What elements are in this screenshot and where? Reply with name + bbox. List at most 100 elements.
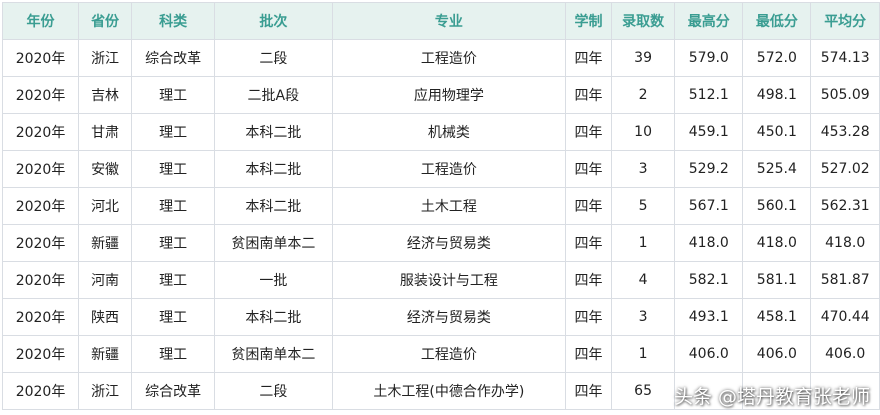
cell-admitted-count: 3 [610,298,676,336]
cell-batch: 本科二批 [214,150,333,188]
cell-year: 2020年 [1,76,80,114]
cell-batch: 本科二批 [214,298,333,336]
cell-admitted-count: 4 [610,261,676,299]
cell-province: 河南 [78,261,133,299]
cell-duration: 四年 [565,224,612,262]
cell-min-score: 525.4 [742,150,812,188]
cell-admitted-count: 65 [610,372,676,410]
cell-duration: 四年 [565,150,612,188]
cell-avg-score: 562.31 [810,187,880,225]
cell-duration: 四年 [565,372,612,410]
cell-max-score: 418.0 [674,224,744,262]
cell-batch: 二批A段 [214,76,333,114]
cell-max-score: 512.1 [674,76,744,114]
admission-score-table: 年份 省份 科类 批次 专业 学制 录取数 最高分 最低分 平均分 2020年浙… [1,2,880,410]
cell-min-score: 418.0 [742,224,812,262]
cell-avg-score: 453.28 [810,113,880,151]
header-admitted-count: 录取数 [610,2,676,40]
table-row: 2020年 吉林 理工 二批A段 应用物理学 四年 2 512.1 498.1 505.09 [1,76,880,114]
cell-max-score: 459.1 [674,113,744,151]
cell-max-score: 493.1 [674,298,744,336]
table-row: 2020年 新疆 理工 贫困南单本二 经济与贸易类 四年 1 418.0 418.0 418.0 [1,224,880,262]
table-body: 2020年 浙江 综合改革 二段 工程造价 四年 39 579.0 572.0 574.13 202… [1,39,880,410]
header-category: 科类 [131,2,216,40]
cell-batch: 本科二批 [214,113,333,151]
cell-admitted-count: 1 [610,335,676,373]
cell-avg-score: 581.87 [810,261,880,299]
cell-year: 2020年 [1,261,80,299]
cell-major: 工程造价 [331,39,567,77]
cell-admitted-count: 2 [610,76,676,114]
cell-category: 理工 [131,224,216,262]
cell-min-score: 572.0 [742,39,812,77]
cell-year: 2020年 [1,372,80,410]
cell-admitted-count: 10 [610,113,676,151]
table-row: 2020年 河北 理工 本科二批 土木工程 四年 5 567.1 560.1 562.31 [1,187,880,225]
cell-min-score: 560.1 [742,187,812,225]
cell-min-score: 406.0 [742,335,812,373]
cell-category: 理工 [131,187,216,225]
header-year: 年份 [1,2,80,40]
cell-major: 土木工程 [331,187,567,225]
cell-category: 综合改革 [131,372,216,410]
cell-major: 经济与贸易类 [331,224,567,262]
cell-admitted-count: 39 [610,39,676,77]
cell-duration: 四年 [565,335,612,373]
cell-major: 机械类 [331,113,567,151]
cell-category: 综合改革 [131,39,216,77]
cell-year: 2020年 [1,335,80,373]
cell-avg-score: 574.13 [810,39,880,77]
cell-max-score: 406.0 [674,335,744,373]
cell-category: 理工 [131,76,216,114]
cell-duration: 四年 [565,76,612,114]
cell-duration: 四年 [565,298,612,336]
table-row: 2020年 陕西 理工 本科二批 经济与贸易类 四年 3 493.1 458.1 470.44 [1,298,880,336]
cell-year: 2020年 [1,39,80,77]
cell-year: 2020年 [1,113,80,151]
cell-admitted-count: 5 [610,187,676,225]
cell-min-score: 450.1 [742,113,812,151]
header-major: 专业 [331,2,567,40]
cell-province: 河北 [78,187,133,225]
cell-year: 2020年 [1,224,80,262]
header-duration: 学制 [565,2,612,40]
cell-category: 理工 [131,261,216,299]
cell-max-score: 579.0 [674,39,744,77]
admission-table-container: 年份 省份 科类 批次 专业 学制 录取数 最高分 最低分 平均分 2020年浙… [1,2,880,410]
table-row: 2020年 安徽 理工 本科二批 工程造价 四年 3 529.2 525.4 527.02 [1,150,880,188]
table-row: 2020年 河南 理工 一批 服装设计与工程 四年 4 582.1 581.1 581.87 [1,261,880,299]
cell-major: 工程造价 [331,150,567,188]
table-header-row: 年份 省份 科类 批次 专业 学制 录取数 最高分 最低分 平均分 [1,2,880,40]
cell-avg-score: 527.02 [810,150,880,188]
cell-admitted-count: 3 [610,150,676,188]
cell-province: 新疆 [78,335,133,373]
cell-batch: 一批 [214,261,333,299]
header-batch: 批次 [214,2,333,40]
cell-avg-score: 505.09 [810,76,880,114]
cell-province: 吉林 [78,76,133,114]
cell-province: 安徽 [78,150,133,188]
cell-batch: 贫困南单本二 [214,335,333,373]
cell-admitted-count: 1 [610,224,676,262]
header-min-score: 最低分 [742,2,812,40]
cell-batch: 贫困南单本二 [214,224,333,262]
header-max-score: 最高分 [674,2,744,40]
cell-max-score: 529.2 [674,150,744,188]
cell-major: 工程造价 [331,335,567,373]
cell-major: 土木工程(中德合作办学) [331,372,567,410]
cell-year: 2020年 [1,150,80,188]
cell-province: 甘肃 [78,113,133,151]
cell-duration: 四年 [565,39,612,77]
cell-year: 2020年 [1,298,80,336]
header-province: 省份 [78,2,133,40]
cell-batch: 本科二批 [214,187,333,225]
cell-duration: 四年 [565,113,612,151]
table-row: 2020年 新疆 理工 贫困南单本二 工程造价 四年 1 406.0 406.0 406.0 [1,335,880,373]
cell-min-score: 458.1 [742,298,812,336]
cell-min-score: 498.1 [742,76,812,114]
cell-batch: 二段 [214,39,333,77]
cell-category: 理工 [131,298,216,336]
cell-province: 浙江 [78,372,133,410]
cell-avg-score: 406.0 [810,335,880,373]
cell-year: 2020年 [1,187,80,225]
